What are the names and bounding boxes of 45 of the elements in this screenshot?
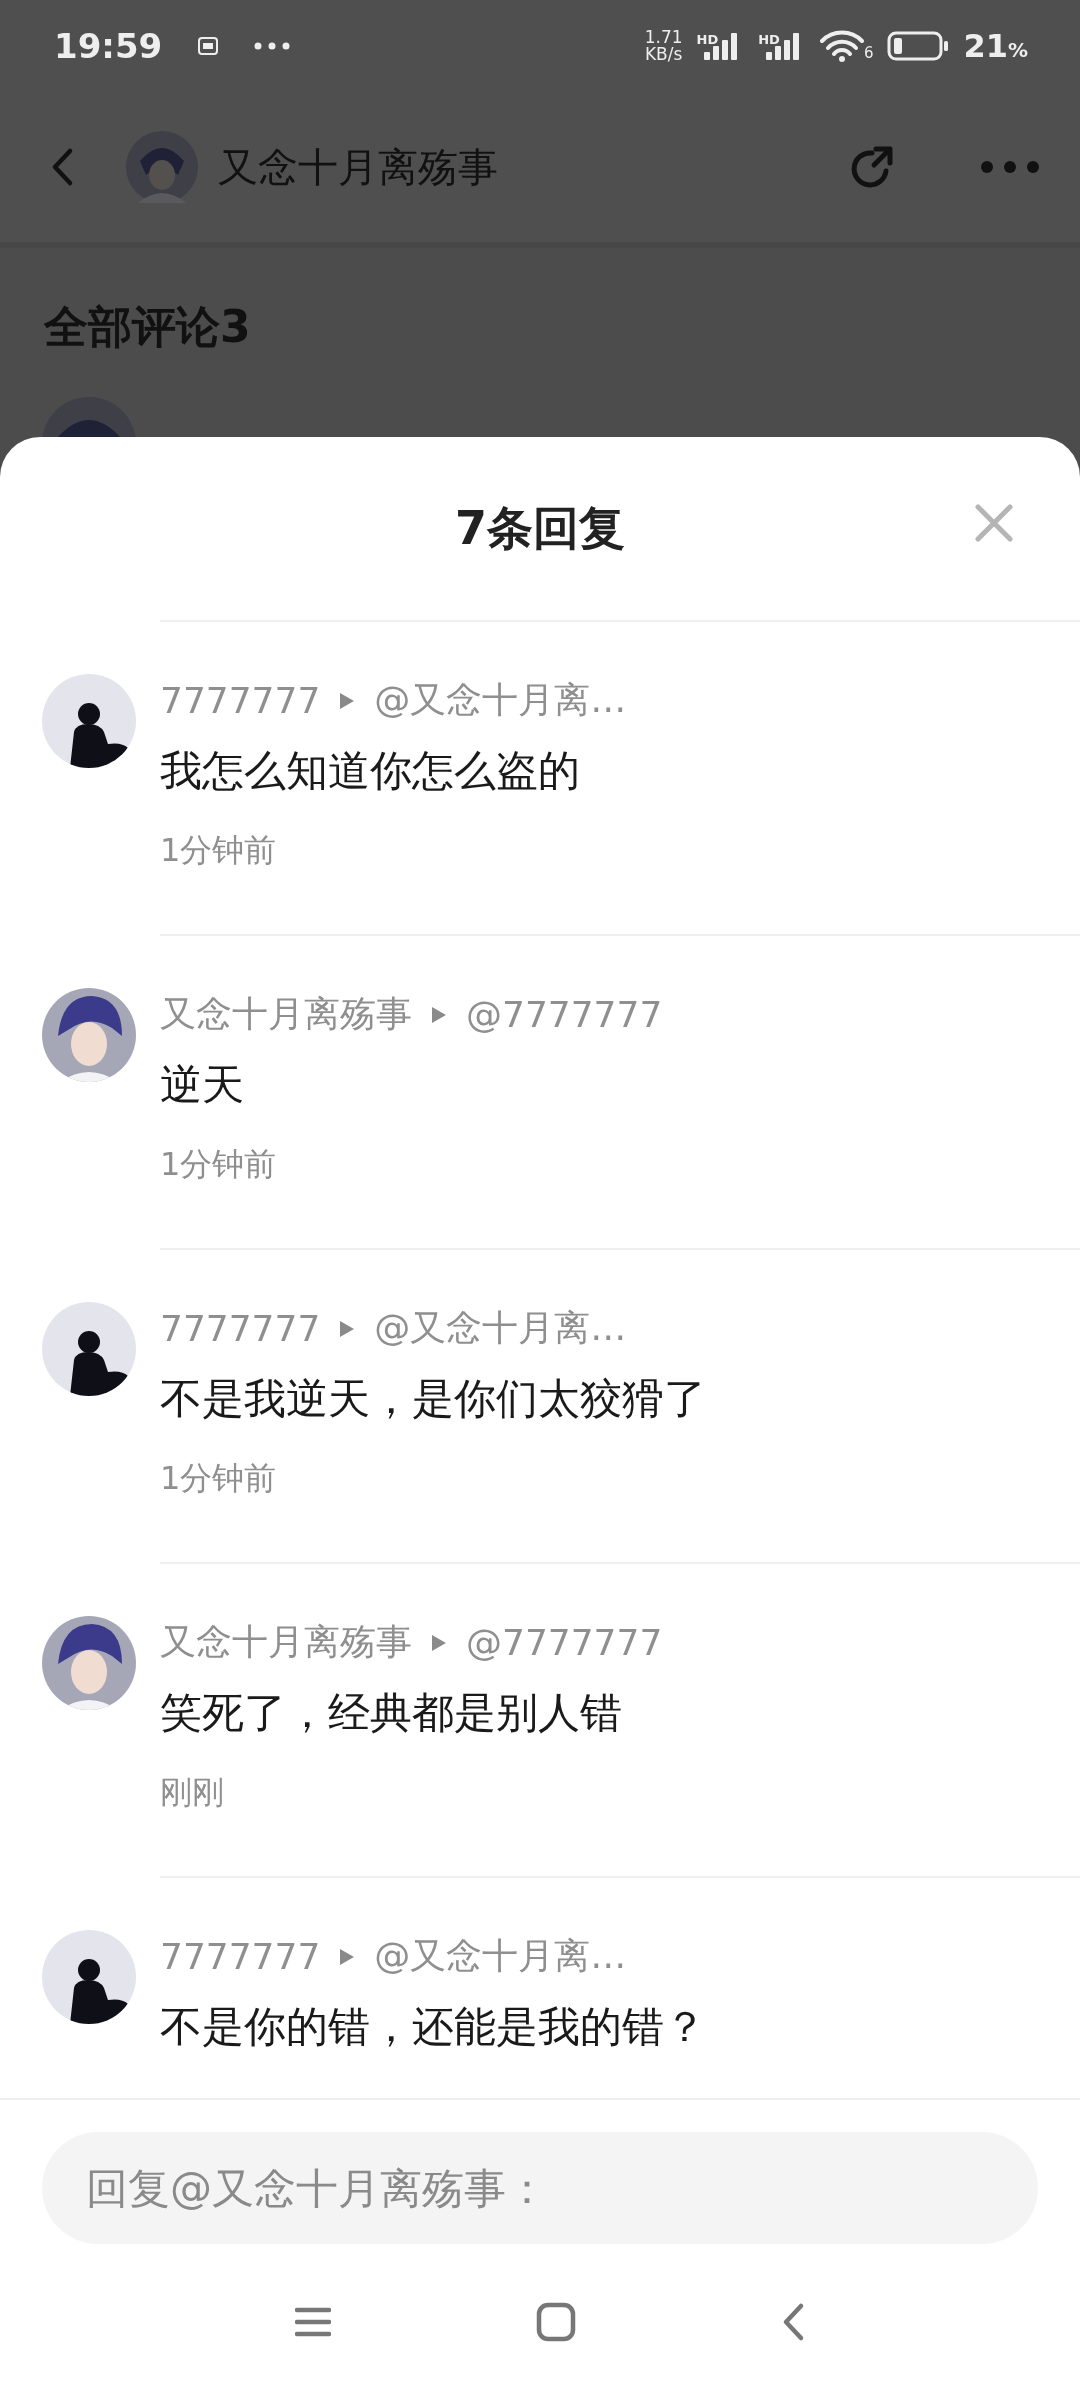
notification-icon (198, 37, 219, 55)
reply-target[interactable]: @7777777 (466, 994, 663, 1035)
battery-unit: % (1007, 38, 1028, 62)
reply-author[interactable]: 又念十月离殇事 (160, 990, 412, 1039)
speed-unit: KB/s (644, 46, 683, 63)
reply-target[interactable]: @7777777 (466, 1622, 663, 1663)
reply-target[interactable]: @又念十月离… (374, 1304, 627, 1353)
reply-target[interactable]: @又念十月离… (374, 1932, 627, 1981)
wifi-icon (819, 30, 864, 62)
back-icon[interactable] (50, 147, 74, 187)
reply-text: 逆天 (160, 1059, 245, 1111)
more-icon (254, 42, 291, 50)
more-icon[interactable] (980, 160, 1040, 174)
network-label: HD (758, 32, 780, 47)
reply-target[interactable]: @又念十月离… (374, 676, 627, 725)
network-label: HD (696, 32, 719, 47)
reply-time: 刚刚 (160, 1772, 225, 1813)
speed-value: 1.71 (644, 29, 683, 46)
battery-icon (887, 31, 950, 61)
reply-arrow-icon (432, 1634, 446, 1651)
reply-text: 不是我逆天，是你们太狡猾了 (160, 1373, 707, 1425)
section-title: 全部评论3 (44, 300, 252, 354)
reply-text: 笑死了，经典都是别人错 (160, 1687, 623, 1739)
reply-field[interactable]: 回复@又念十月离殇事： (42, 2132, 1038, 2244)
reply-arrow-icon (340, 692, 355, 709)
reply-arrow-icon (340, 1948, 355, 1965)
reply-text: 不是你的错，还能是我的错？ (160, 2001, 707, 2053)
reply-time: 1分钟前 (160, 1458, 278, 1499)
reply-time: 1分钟前 (160, 830, 278, 871)
reply-time: 1分钟前 (160, 1144, 278, 1185)
status-time: 19:59 (54, 26, 163, 66)
reply-author[interactable]: 7777777 (160, 1936, 321, 1977)
reply-author[interactable]: 7777777 (160, 1308, 321, 1349)
reply-author[interactable]: 又念十月离殇事 (160, 1618, 412, 1667)
wifi-label: 6 (863, 44, 874, 62)
sheet-title: 7条回复 (455, 499, 625, 557)
home-icon[interactable] (536, 2302, 576, 2342)
reply-arrow-icon (340, 1320, 355, 1337)
menu-icon[interactable] (294, 2307, 331, 2337)
page-title: 又念十月离殇事 (218, 142, 498, 192)
reply-text: 我怎么知道你怎么盗的 (160, 745, 581, 797)
back-icon[interactable] (781, 2302, 806, 2342)
battery-percent: 21 (963, 27, 1008, 65)
reply-author[interactable]: 7777777 (160, 680, 321, 721)
reply-arrow-icon (432, 1006, 446, 1023)
